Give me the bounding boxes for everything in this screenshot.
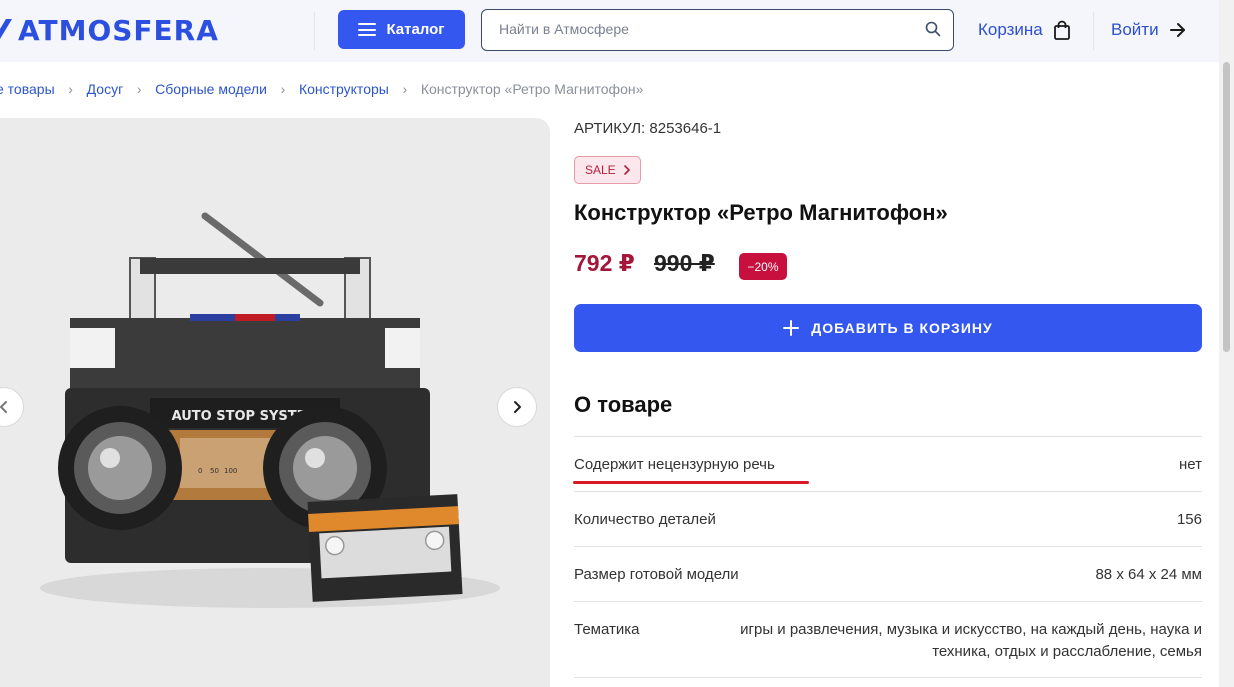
breadcrumb-item[interactable]: Досуг (87, 81, 124, 97)
breadcrumb-current: Конструктор «Ретро Магнитофон» (420, 81, 644, 97)
image-scale-label: 0 (198, 467, 202, 475)
breadcrumb-item[interactable]: Конструкторы (299, 81, 389, 97)
arrow-right-icon (1169, 23, 1185, 37)
breadcrumb: е товары › Досуг › Сборные модели › Конс… (0, 81, 643, 97)
image-scale-label: 50 (210, 467, 219, 475)
gallery-next-button[interactable] (497, 387, 537, 427)
logo[interactable]: ATMOSFERA (0, 12, 219, 48)
cart-link[interactable]: Корзина (978, 20, 1071, 40)
discount-badge: −20% (739, 253, 787, 280)
spec-value: нет (1179, 456, 1202, 473)
menu-icon (358, 23, 377, 36)
divider (574, 546, 1202, 547)
logo-mark-icon (0, 19, 12, 39)
product-sku: АРТИКУЛ: 8253646-1 (574, 120, 722, 137)
chevron-left-icon (0, 401, 7, 413)
logo-text: ATMOSFERA (18, 13, 219, 47)
site-header: ATMOSFERA Каталог Корзина Войти (0, 0, 1219, 62)
cart-label: Корзина (978, 20, 1043, 39)
spec-value: игры и развлечения, музыка и искусство, … (740, 621, 1202, 638)
catalog-button-label: Каталог (386, 21, 445, 38)
chevron-right-icon: › (68, 81, 73, 97)
add-to-cart-button[interactable]: ДОБАВИТЬ В КОРЗИНУ (574, 304, 1202, 352)
chevron-right-icon (514, 401, 521, 413)
breadcrumb-item[interactable]: Сборные модели (155, 81, 267, 97)
search-box (481, 9, 954, 51)
plus-icon (783, 320, 800, 336)
spec-label: Тематика (574, 621, 640, 638)
header-divider (1093, 12, 1094, 50)
login-link[interactable]: Войти (1111, 20, 1187, 40)
spec-value: техника, отдых и расслабление, семья (932, 643, 1202, 660)
sale-badge-label: SALE (585, 163, 616, 177)
spec-label: Количество деталей (574, 511, 716, 528)
red-underline-annotation (573, 481, 809, 484)
spec-value: 156 (1176, 511, 1202, 528)
product-image[interactable]: AUTO STOP SYSTEM 0 50 100 (0, 118, 550, 687)
header-divider (314, 12, 315, 50)
search-input[interactable] (482, 10, 902, 48)
image-scale-label: 100 (224, 467, 237, 475)
product-title: Конструктор «Ретро Магнитофон» (574, 200, 948, 225)
add-to-cart-label: ДОБАВИТЬ В КОРЗИНУ (811, 320, 993, 336)
about-section-title: О товаре (574, 392, 673, 417)
current-price: 792 ₽ (574, 250, 635, 276)
login-label: Войти (1111, 20, 1159, 39)
breadcrumb-item[interactable]: е товары (0, 81, 55, 97)
chevron-right-icon: › (136, 81, 142, 97)
product-gallery: AUTO STOP SYSTEM 0 50 100 (0, 118, 550, 687)
chevron-right-icon: › (280, 81, 286, 97)
chevron-right-icon (623, 165, 630, 175)
scrollbar-thumb[interactable] (1223, 62, 1230, 352)
spec-label: Содержит нецензурную речь (574, 456, 775, 473)
divider (574, 677, 1202, 678)
shopping-bag-icon (1053, 20, 1070, 40)
search-icon[interactable] (925, 21, 941, 37)
catalog-button[interactable]: Каталог (338, 10, 465, 49)
divider (574, 601, 1202, 602)
spec-label: Размер готовой модели (574, 566, 739, 583)
page-scrollbar[interactable] (1219, 0, 1234, 687)
divider (574, 436, 1202, 437)
spec-value: 88 x 64 x 24 мм (1095, 566, 1202, 583)
chevron-right-icon: › (402, 81, 408, 97)
divider (574, 491, 1202, 492)
old-price: 990 ₽ (654, 250, 715, 276)
sale-badge[interactable]: SALE (574, 156, 641, 184)
